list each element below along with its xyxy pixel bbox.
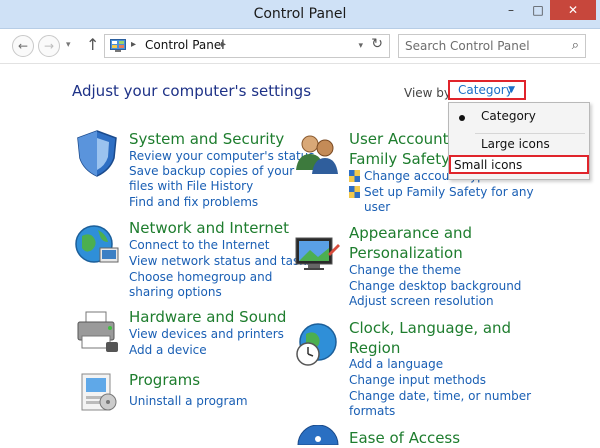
control-panel-icon — [110, 39, 126, 52]
screen-resolution-link[interactable]: Adjust screen resolution — [349, 294, 494, 309]
add-device-link[interactable]: Add a device — [129, 343, 207, 358]
ease-of-access-title[interactable]: Ease of Access — [349, 428, 460, 448]
view-by-menu: Category Large icons Small icons — [448, 102, 590, 180]
programs-title[interactable]: Programs — [129, 370, 200, 390]
menu-item-large-icons-label: Large icons — [481, 137, 550, 151]
review-status-link[interactable]: Review your computer's status — [129, 149, 315, 164]
up-button[interactable]: ↑ — [86, 35, 99, 54]
search-box[interactable]: ⌕ — [398, 34, 586, 58]
address-separator: ▸ — [131, 39, 137, 50]
family-safety-text: Set up Family Safety for any — [364, 185, 534, 199]
backup-copies-link[interactable]: Save backup copies of your — [129, 164, 294, 179]
add-language-link[interactable]: Add a language — [349, 357, 443, 372]
appearance-title-line2[interactable]: Personalization — [349, 243, 463, 263]
date-time-link-line2[interactable]: formats — [349, 404, 395, 419]
menu-item-small-icons[interactable]: Small icons — [449, 155, 589, 174]
maximize-button[interactable]: □ — [525, 0, 551, 20]
forward-button[interactable]: → — [38, 35, 60, 57]
navigation-toolbar: ← → ▾ ↑ ▸ Control Panel ▸ ▾ ↻ ⌕ — [0, 29, 600, 64]
input-methods-link[interactable]: Change input methods — [349, 373, 486, 388]
devices-printers-link[interactable]: View devices and printers — [129, 327, 284, 342]
menu-item-category-label: Category — [481, 109, 536, 123]
minimize-button[interactable]: – — [498, 0, 524, 20]
clock-globe-icon[interactable] — [292, 318, 342, 368]
shield-icon[interactable] — [72, 128, 122, 178]
system-security-title[interactable]: System and Security — [129, 129, 284, 149]
view-by-label: View by: — [404, 86, 455, 100]
clock-title[interactable]: Clock, Language, and — [349, 318, 511, 338]
homegroup-link-line2[interactable]: sharing options — [129, 285, 222, 300]
appearance-title[interactable]: Appearance and — [349, 223, 472, 243]
network-title[interactable]: Network and Internet — [129, 218, 289, 238]
date-time-link[interactable]: Change date, time, or number — [349, 389, 531, 404]
desktop-background-link[interactable]: Change desktop background — [349, 279, 521, 294]
user-accounts-title-line2[interactable]: Family Safety — [349, 149, 450, 169]
user-accounts-title[interactable]: User Accounts — [349, 129, 456, 149]
recent-locations-dropdown[interactable]: ▾ — [66, 40, 71, 50]
clock-title-line2[interactable]: Region — [349, 338, 400, 358]
menu-item-small-icons-label: Small icons — [454, 158, 523, 172]
homegroup-link[interactable]: Choose homegroup and — [129, 270, 272, 285]
address-dropdown[interactable]: ▾ — [358, 41, 363, 51]
printer-icon[interactable] — [72, 306, 122, 356]
menu-item-large-icons[interactable]: Large icons — [449, 137, 589, 155]
address-bar[interactable]: ▸ Control Panel ▸ ▾ ↻ — [104, 34, 390, 58]
programs-icon[interactable] — [72, 366, 122, 416]
address-path[interactable]: Control Panel — [145, 38, 225, 52]
backup-copies-link-line2[interactable]: files with File History — [129, 179, 253, 194]
family-safety-link-line2[interactable]: user — [364, 200, 390, 215]
chevron-down-icon: ▼ — [508, 85, 515, 95]
globe-icon[interactable] — [72, 220, 122, 270]
ease-of-access-icon[interactable] — [292, 425, 342, 445]
uac-shield-icon — [349, 170, 360, 182]
monitor-paint-icon[interactable] — [292, 230, 342, 280]
network-status-link[interactable]: View network status and tasks — [129, 254, 312, 269]
uninstall-program-link[interactable]: Uninstall a program — [129, 394, 248, 409]
uac-shield-icon — [349, 186, 360, 198]
selected-dot-icon — [459, 115, 465, 121]
refresh-icon[interactable]: ↻ — [371, 36, 383, 52]
back-button[interactable]: ← — [12, 35, 34, 57]
users-icon[interactable] — [292, 128, 342, 178]
hardware-title[interactable]: Hardware and Sound — [129, 307, 286, 327]
close-button[interactable]: ✕ — [550, 0, 596, 20]
title-bar: Control Panel – □ ✕ — [0, 0, 600, 29]
search-icon[interactable]: ⌕ — [572, 38, 579, 53]
page-heading: Adjust your computer's settings — [72, 82, 312, 100]
view-by-value: Category — [458, 83, 513, 97]
address-chevron[interactable]: ▸ — [221, 39, 226, 50]
view-by-dropdown[interactable]: Category ▼ — [448, 80, 526, 100]
find-fix-problems-link[interactable]: Find and fix problems — [129, 195, 258, 210]
menu-separator — [475, 133, 585, 134]
connect-internet-link[interactable]: Connect to the Internet — [129, 238, 269, 253]
change-theme-link[interactable]: Change the theme — [349, 263, 461, 278]
menu-item-category[interactable]: Category — [449, 109, 589, 127]
search-input[interactable] — [399, 35, 559, 57]
